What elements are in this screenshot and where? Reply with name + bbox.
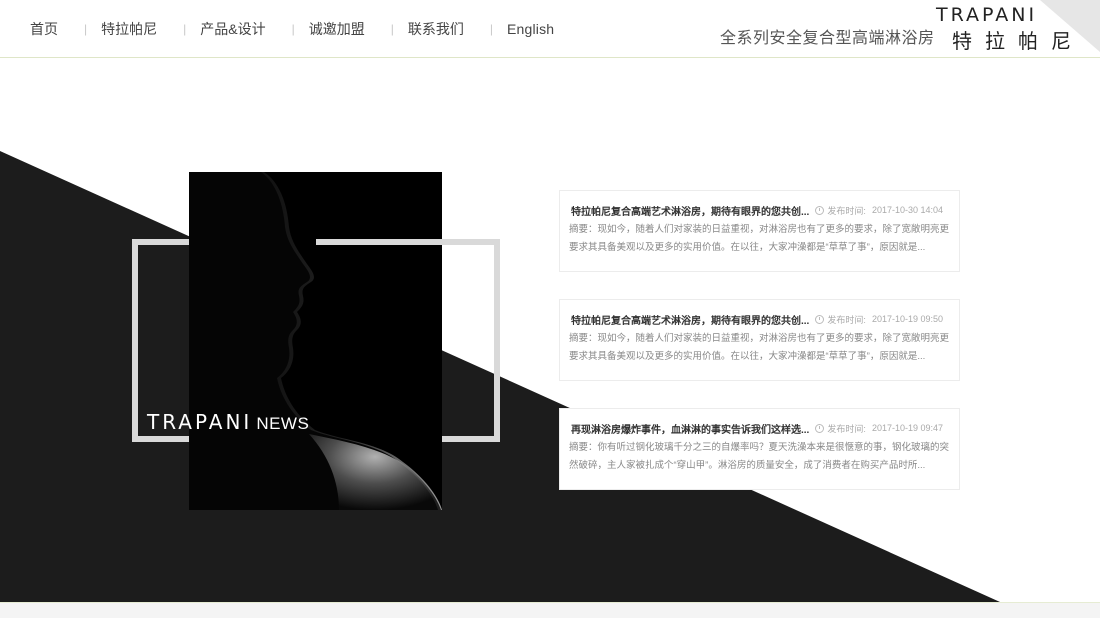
date-value: 2017-10-30 14:04	[871, 205, 943, 215]
date-label: 发布时间:	[827, 314, 866, 325]
frame-border	[442, 436, 500, 442]
nav-home[interactable]: 首页	[30, 19, 58, 39]
news-label: NEWS	[256, 414, 310, 433]
news-card-summary: 摘要：现如今，随着人们对家装的日益重视，对淋浴房也有了更多的要求，除了宽敞明亮更…	[569, 333, 949, 362]
logo-english-text: TRAPANI	[936, 4, 1038, 26]
nav-separator: |	[84, 22, 88, 36]
news-heading: TRAPANI NEWS	[147, 410, 309, 434]
date-label: 发布时间:	[827, 205, 866, 216]
frame-border	[132, 239, 189, 245]
news-card-date: 发布时间: 2017-10-19 09:50	[815, 313, 943, 326]
nav-contact[interactable]: 联系我们	[408, 19, 464, 39]
nav-english[interactable]: English	[507, 21, 554, 37]
date-value: 2017-10-19 09:50	[871, 314, 943, 324]
news-card-title[interactable]: 特拉帕尼复合高端艺术淋浴房，期待有眼界的您共创...	[569, 312, 809, 327]
frame-border	[132, 436, 189, 442]
site-header: 首页 | 特拉帕尼 | 产品&设计 | 诚邀加盟 | 联系我们 | Englis…	[0, 0, 1100, 58]
header-tagline: 全系列安全复合型高端淋浴房	[720, 30, 935, 47]
nav-separator: |	[489, 22, 493, 36]
news-card-title[interactable]: 再现淋浴房爆炸事件，血淋淋的事实告诉我们这样选...	[569, 421, 809, 436]
news-card-summary: 摘要：你有听过钢化玻璃千分之三的自爆率吗？夏天洗澡本来是很惬意的事，钢化玻璃的突…	[569, 442, 949, 471]
clock-icon	[815, 314, 825, 324]
nav-separator: |	[183, 22, 187, 36]
news-brand-text: TRAPANI	[147, 410, 253, 434]
nav-trapani[interactable]: 特拉帕尼	[101, 19, 157, 39]
footer-strip	[0, 602, 1100, 618]
news-card-title[interactable]: 特拉帕尼复合高端艺术淋浴房，期待有眼界的您共创...	[569, 203, 809, 218]
news-card[interactable]: 特拉帕尼复合高端艺术淋浴房，期待有眼界的您共创... 发布时间: 2017-10…	[559, 190, 960, 272]
nav-separator: |	[291, 22, 295, 36]
frame-border	[132, 239, 138, 442]
nav-separator: |	[390, 22, 394, 36]
news-card[interactable]: 再现淋浴房爆炸事件，血淋淋的事实告诉我们这样选... 发布时间: 2017-10…	[559, 408, 960, 490]
news-card[interactable]: 特拉帕尼复合高端艺术淋浴房，期待有眼界的您共创... 发布时间: 2017-10…	[559, 299, 960, 381]
frame-border	[316, 239, 442, 245]
frame-border	[494, 239, 500, 442]
news-card-summary: 摘要：现如今，随着人们对家装的日益重视，对淋浴房也有了更多的要求，除了宽敞明亮更…	[569, 224, 949, 253]
clock-icon	[815, 205, 825, 215]
nav-franchise[interactable]: 诚邀加盟	[309, 19, 365, 39]
news-card-date: 发布时间: 2017-10-30 14:04	[815, 204, 943, 217]
nav-products-design[interactable]: 产品&设计	[200, 19, 265, 39]
clock-icon	[815, 423, 825, 433]
frame-border	[442, 239, 500, 245]
main-nav: 首页 | 特拉帕尼 | 产品&设计 | 诚邀加盟 | 联系我们 | Englis…	[30, 0, 554, 58]
news-feature-image	[189, 172, 442, 510]
date-label: 发布时间:	[827, 423, 866, 434]
date-value: 2017-10-19 09:47	[871, 423, 943, 433]
logo-chinese-text: 特拉帕尼	[952, 31, 1084, 53]
news-card-date: 发布时间: 2017-10-19 09:47	[815, 422, 943, 435]
site-logo[interactable]: TRAPANI 特拉帕尼	[930, 0, 1100, 58]
